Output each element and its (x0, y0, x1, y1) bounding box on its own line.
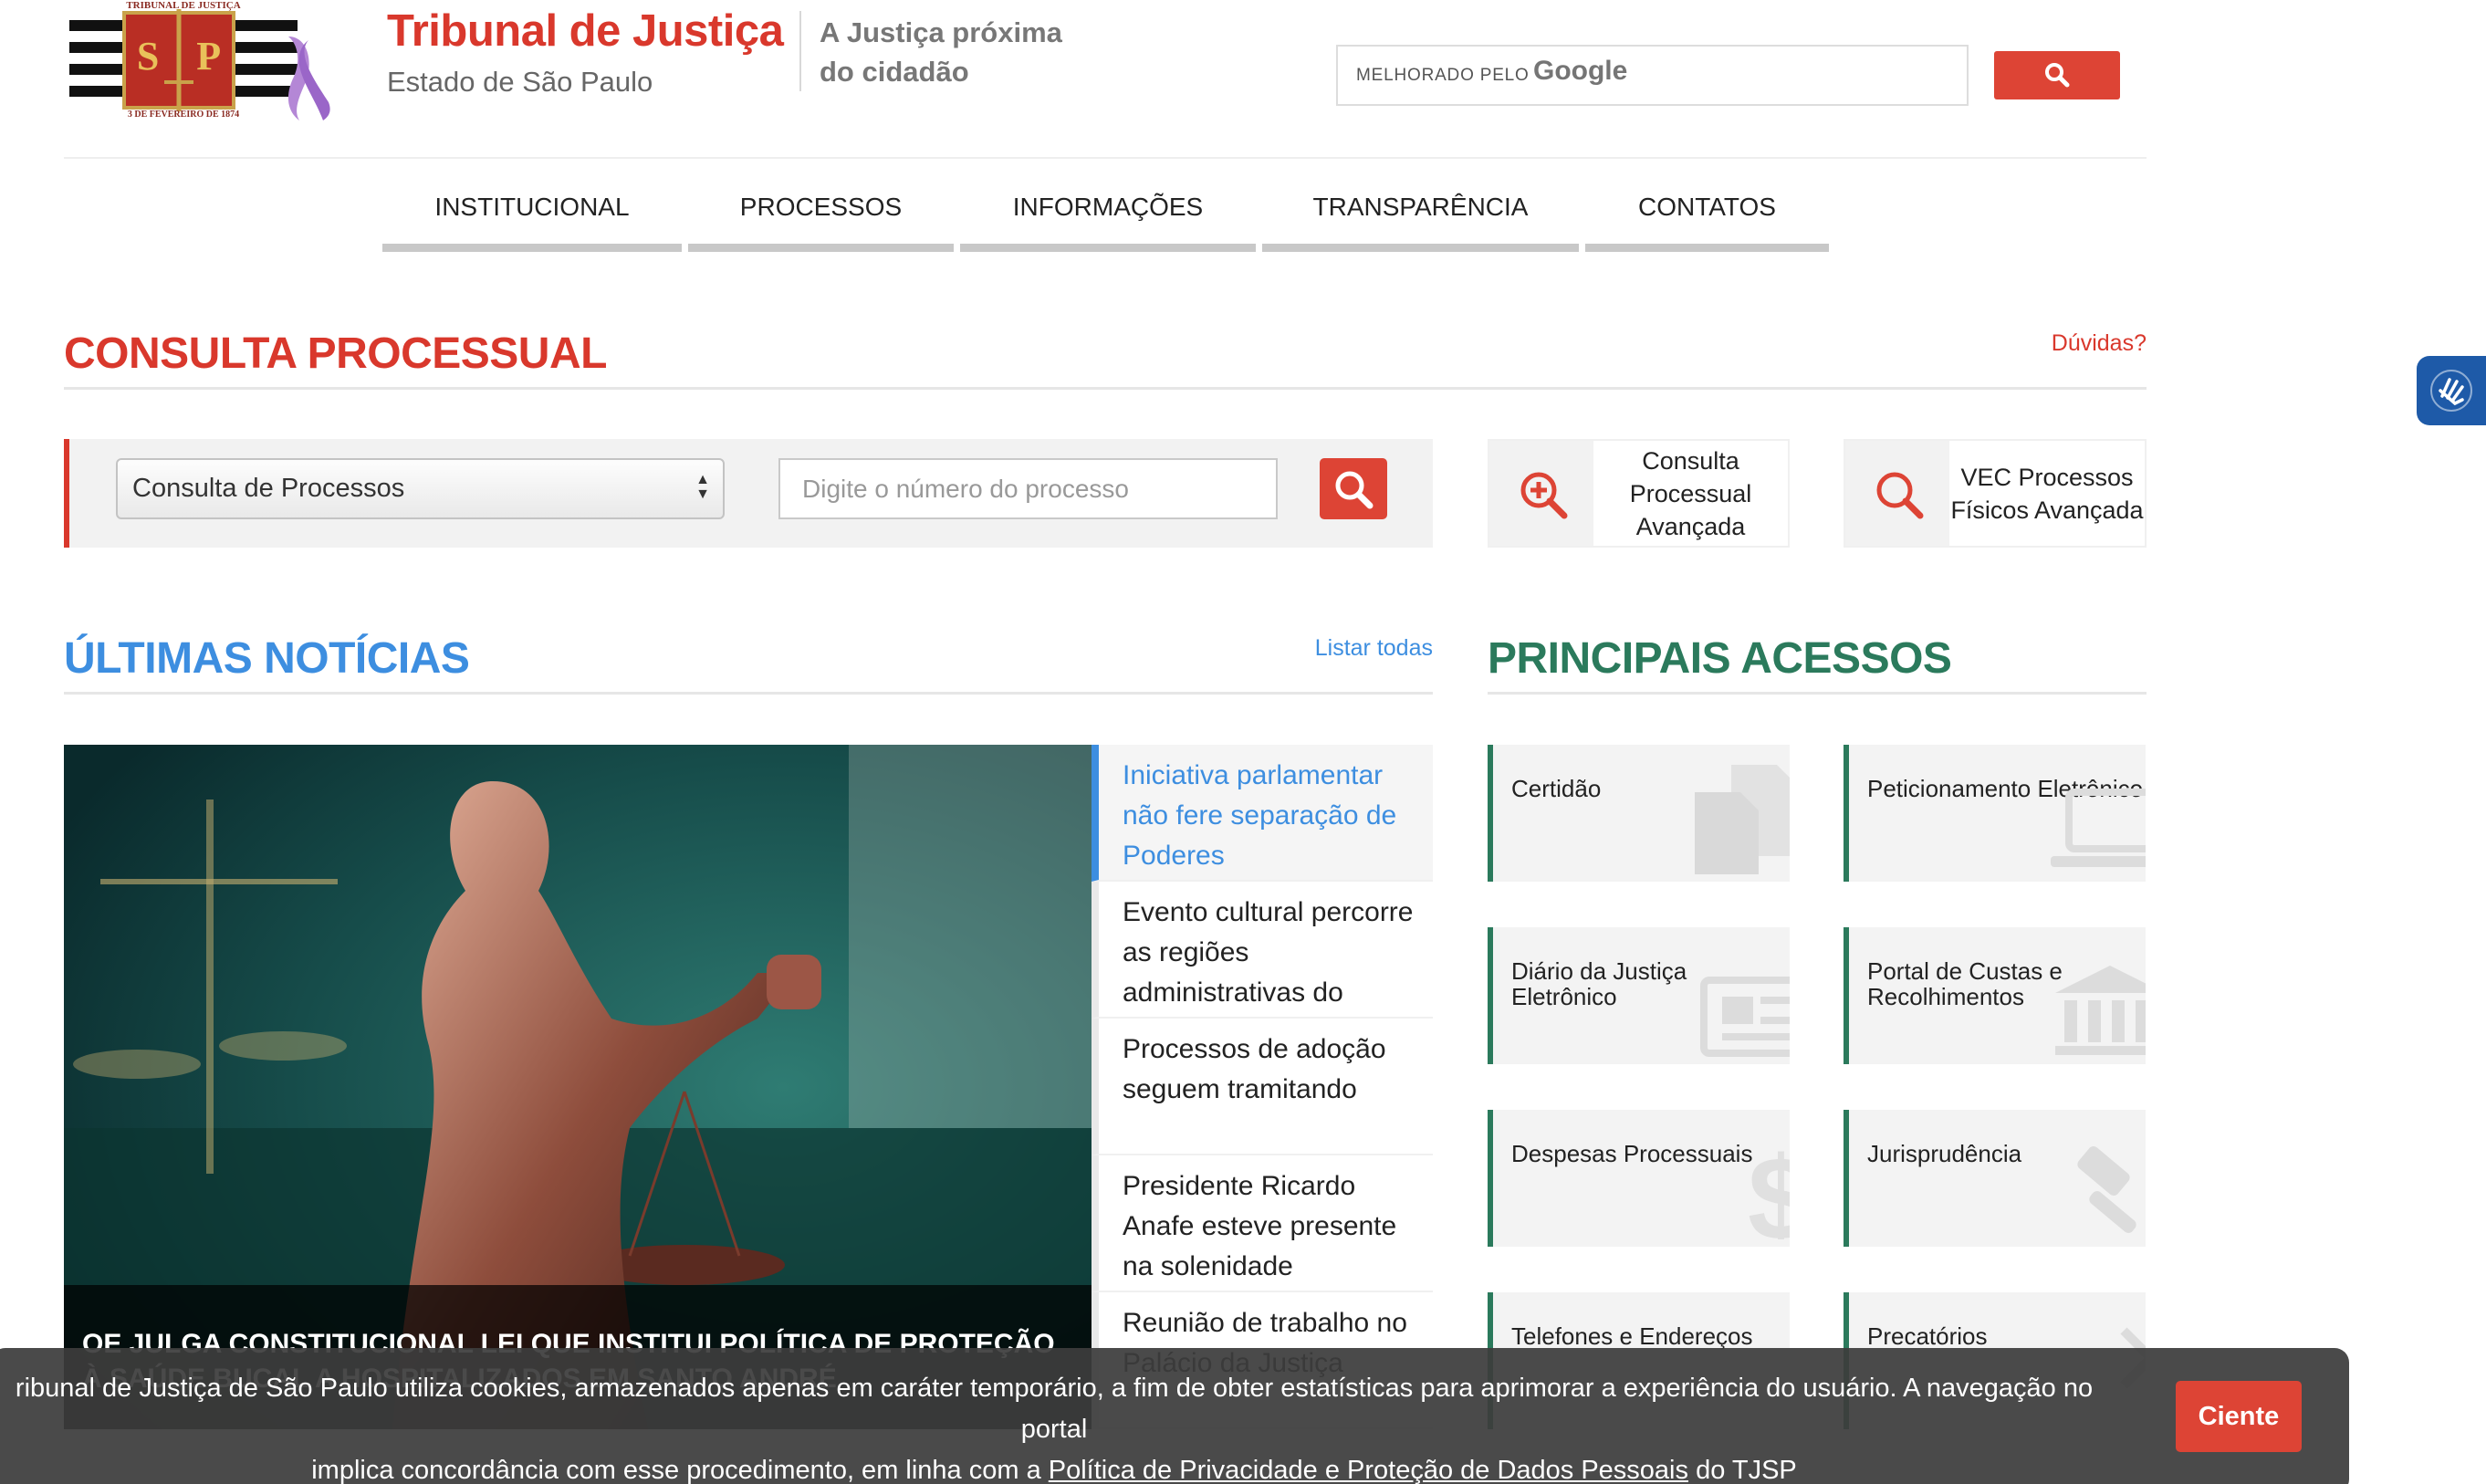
nav-processos[interactable]: PROCESSOS (688, 179, 954, 252)
consulta-type-select[interactable]: Consulta de Processos ▲ ▼ (116, 458, 725, 519)
news-item[interactable]: Evento cultural percorre as regiões admi… (1092, 882, 1433, 1019)
news-title: ÚLTIMAS NOTÍCIAS (64, 634, 470, 683)
sign-language-icon (2430, 370, 2472, 412)
cookie-text-tail: do TJSP (1696, 1456, 1797, 1484)
access-tile-peticionamento[interactable]: Peticionamento Eletrônico (1844, 745, 2146, 882)
seal-letters: S P (136, 34, 222, 78)
search-powered-by: MELHORADO PELO (1356, 66, 1530, 85)
process-number-input[interactable] (778, 458, 1278, 519)
access-tile-custas[interactable]: Portal de Custas e Recolhimentos (1844, 927, 2146, 1064)
slogan: A Justiça próxima do cidadão (820, 13, 1062, 91)
bank-icon (2055, 966, 2146, 1055)
news-item[interactable]: Processos de adoção seguem tramitando (1092, 1019, 1433, 1155)
access-rule (1488, 692, 2147, 695)
laptop-icon (2051, 789, 2146, 867)
search-icon (1335, 471, 1374, 509)
site-search-input[interactable]: MELHORADO PELO Google (1336, 45, 1969, 106)
consulta-search-button[interactable] (1320, 458, 1387, 519)
nav-institucional[interactable]: INSTITUCIONAL (382, 179, 682, 252)
news-rule (64, 692, 1433, 695)
cookie-message: ribunal de Justiça de São Paulo utiliza … (0, 1368, 2117, 1484)
cookie-accept-button[interactable]: Ciente (2176, 1381, 2302, 1452)
help-link[interactable]: Dúvidas? (2052, 330, 2147, 357)
document-copy-icon (1695, 765, 1790, 874)
site-search-button[interactable] (1994, 51, 2120, 99)
header-divider-line (64, 157, 2147, 159)
access-tile-diario[interactable]: Diário da Justiça Eletrônico (1488, 927, 1790, 1064)
search-icon (1876, 472, 1924, 519)
slogan-line-2: do cidadão (820, 56, 969, 88)
quick-link-vec-processos[interactable]: VEC Processos Físicos Avançada (1844, 439, 2147, 548)
google-logo: Google (1533, 56, 1628, 86)
cookie-consent-bar: ribunal de Justiça de São Paulo utiliza … (0, 1348, 2349, 1484)
header-divider (799, 11, 801, 91)
news-item[interactable]: Presidente Ricardo Anafe esteve presente… (1092, 1155, 1433, 1292)
tile-label: Telefones e Endereços (1511, 1322, 1753, 1350)
quick-link-consulta-avancada[interactable]: Consulta Processual Avançada (1488, 439, 1790, 548)
tile-label: Certidão (1511, 775, 1602, 802)
nav-contatos[interactable]: CONTATOS (1585, 179, 1829, 252)
select-arrows-icon: ▲ ▼ (695, 472, 710, 502)
tile-label: Precatórios (1867, 1322, 1988, 1350)
seal-bottom-text: 3 DE FEVEREIRO DE 1874 (127, 110, 240, 120)
slogan-line-1: A Justiça próxima (820, 16, 1062, 48)
newspaper-icon (1700, 977, 1790, 1057)
access-tile-certidao[interactable]: Certidão (1488, 745, 1790, 882)
consulta-type-value: Consulta de Processos (132, 474, 405, 503)
privacy-policy-link[interactable]: Política de Privacidade e Proteção de Da… (1049, 1456, 1688, 1484)
consulta-rule (64, 387, 2147, 390)
access-tile-jurisprudencia[interactable]: Jurisprudência (1844, 1110, 2146, 1247)
cookie-text-lead: implica concordância com esse procedimen… (311, 1456, 1041, 1484)
news-list-all-link[interactable]: Listar todas (1315, 635, 1433, 662)
dollar-icon: $ (1748, 1132, 1790, 1239)
site-subtitle: Estado de São Paulo (387, 66, 653, 98)
quick-link-label: VEC Processos Físicos Avançada (1950, 463, 2144, 524)
consulta-title: CONSULTA PROCESSUAL (64, 329, 607, 378)
tile-label: Jurisprudência (1867, 1140, 2022, 1167)
search-icon (2045, 63, 2070, 88)
nav-transparencia[interactable]: TRANSPARÊNCIA (1262, 179, 1579, 252)
news-item[interactable]: Iniciativa parlamentar não fere separaçã… (1092, 745, 1433, 882)
svg-text:$: $ (1748, 1132, 1790, 1239)
vlibras-accessibility-button[interactable] (2417, 356, 2486, 425)
quick-link-label: Consulta Processual Avançada (1629, 446, 1752, 540)
seal-top-text: TRIBUNAL DE JUSTIÇA (126, 0, 241, 11)
nav-informacoes[interactable]: INFORMAÇÕES (960, 179, 1256, 252)
gavel-icon (2077, 1145, 2136, 1233)
zoom-in-icon (1520, 472, 1568, 519)
access-title: PRINCIPAIS ACESSOS (1488, 634, 1952, 683)
news-hero-image[interactable]: OE julga constitucional lei que institui… (64, 745, 1092, 1429)
access-tile-despesas[interactable]: Despesas Processuais $ (1488, 1110, 1790, 1247)
cookie-text-line-2: implica concordância com esse procedimen… (0, 1450, 2117, 1484)
cookie-text-line-1: ribunal de Justiça de São Paulo utiliza … (15, 1374, 2094, 1444)
site-title[interactable]: Tribunal de Justiça (387, 5, 784, 57)
